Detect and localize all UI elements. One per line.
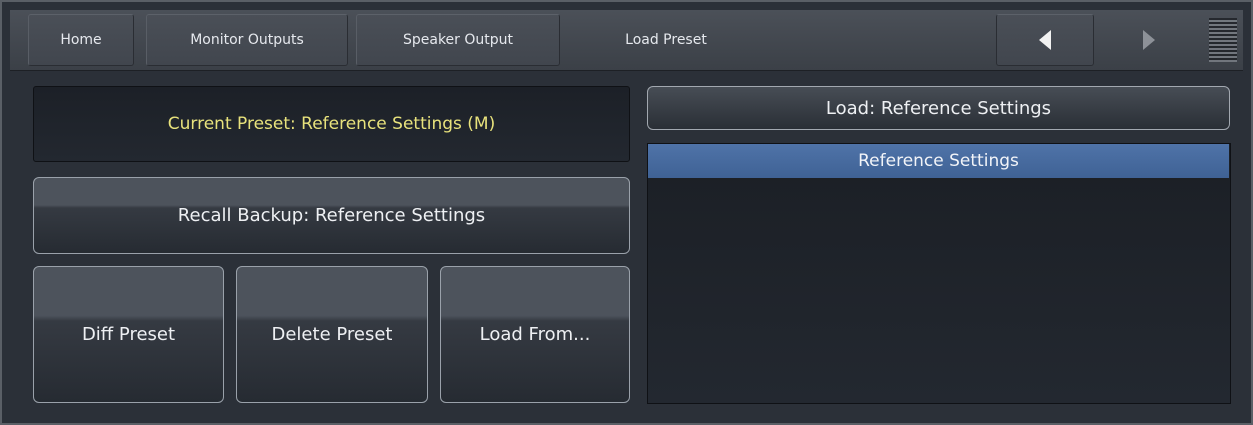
tab-load-preset[interactable]: Load Preset [566, 14, 766, 66]
tab-home[interactable]: Home [28, 14, 134, 66]
delete-preset-label: Delete Preset [271, 324, 393, 345]
hamburger-menu-icon[interactable] [1209, 18, 1237, 62]
recall-backup-label: Recall Backup: Reference Settings [177, 205, 486, 226]
load-from-label: Load From... [479, 324, 591, 345]
load-from-button[interactable]: Load From... [440, 266, 630, 403]
list-item-label: Reference Settings [858, 151, 1019, 171]
prev-page-button[interactable] [996, 14, 1094, 66]
diff-preset-button[interactable]: Diff Preset [33, 266, 224, 403]
recall-backup-button[interactable]: Recall Backup: Reference Settings [33, 177, 630, 254]
next-page-button[interactable] [1100, 14, 1198, 66]
load-preset-button[interactable]: Load: Reference Settings [647, 86, 1230, 130]
delete-preset-button[interactable]: Delete Preset [236, 266, 428, 403]
diff-preset-label: Diff Preset [81, 324, 176, 345]
current-preset-display: Current Preset: Reference Settings (M) [33, 86, 630, 162]
load-preset-label: Load: Reference Settings [825, 97, 1052, 119]
tab-monitor-outputs[interactable]: Monitor Outputs [146, 14, 348, 66]
current-preset-label: Current Preset: Reference Settings (M) [167, 114, 496, 134]
triangle-right-icon [1143, 30, 1155, 50]
tab-speaker-output[interactable]: Speaker Output [356, 14, 560, 66]
triangle-left-icon [1039, 30, 1051, 50]
preset-list[interactable]: Reference Settings [647, 143, 1231, 404]
list-item[interactable]: Reference Settings [648, 144, 1229, 178]
top-nav-bar: Home Monitor Outputs Speaker Output Load… [10, 10, 1243, 71]
